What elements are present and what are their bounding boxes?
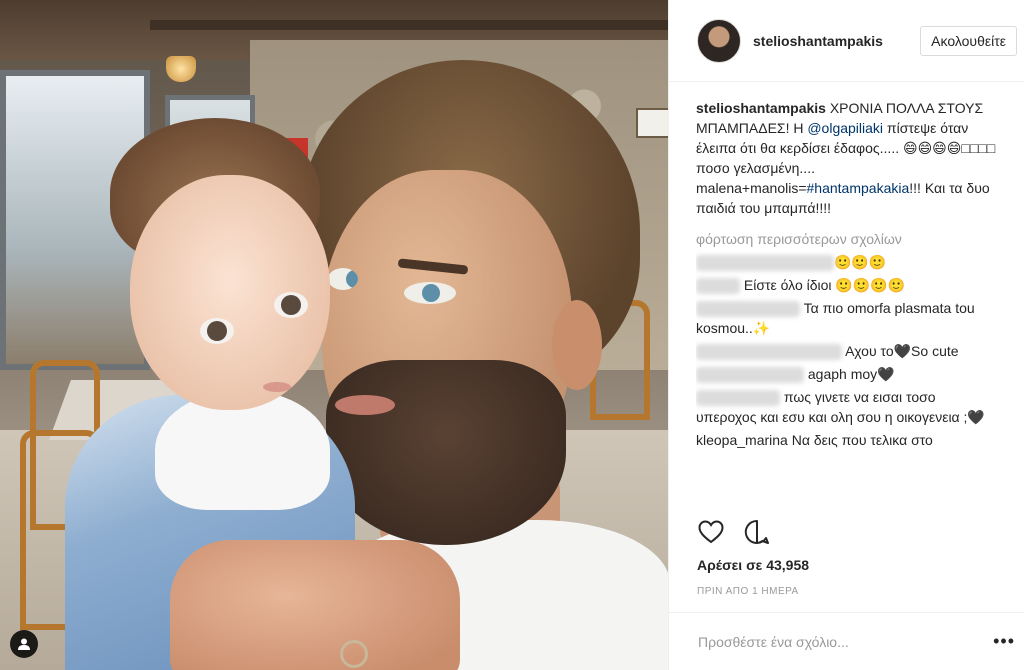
comment-text: Αχου το🖤So cute [842, 343, 959, 359]
comment-input[interactable] [696, 632, 960, 651]
heart-icon [698, 520, 724, 544]
man-ear [552, 300, 602, 390]
post-side-panel: stelioshantampakis Ακολουθείτε steliosha… [668, 0, 1024, 670]
likes-count[interactable]: Αρέσει σε 43,958 [697, 557, 809, 573]
man-eye [328, 268, 358, 290]
man-hand [170, 540, 460, 670]
man-lips [335, 395, 395, 415]
blurred-username [696, 367, 804, 384]
photo-frame [636, 108, 668, 138]
comments-list: stelioshantampakis ΧΡΟΝΙΑ ΠΟΛΛΑ ΣΤΟΥΣ ΜΠ… [696, 98, 996, 510]
photo-lamp [166, 56, 196, 82]
caption-username[interactable]: stelioshantampakis [696, 100, 826, 116]
load-more-comments-link[interactable]: φόρτωση περισσότερων σχολίων [696, 229, 996, 249]
comment: 🙂🙂🙂 [696, 252, 996, 272]
like-button[interactable] [697, 518, 725, 546]
avatar[interactable] [697, 18, 741, 63]
instagram-post: stelioshantampakis Ακολουθείτε steliosha… [0, 0, 1024, 670]
post-header: stelioshantampakis Ακολουθείτε [669, 0, 1024, 82]
blurred-username [696, 255, 834, 272]
caption-hashtag-link[interactable]: #hantampakakia [807, 180, 910, 196]
baby-mouth [263, 382, 291, 392]
comment: Αχου το🖤So cute [696, 341, 996, 361]
post-username[interactable]: stelioshantampakis [753, 33, 903, 49]
follow-button[interactable]: Ακολουθείτε [920, 25, 1017, 56]
blurred-username [696, 301, 800, 318]
photo-beam [150, 20, 668, 30]
wedding-ring [340, 640, 368, 668]
post-caption: stelioshantampakis ΧΡΟΝΙΑ ΠΟΛΛΑ ΣΤΟΥΣ ΜΠ… [696, 98, 996, 218]
baby-eye [274, 292, 308, 318]
comment-text: kleopa_marina Να δεις που τελικα στο [696, 432, 933, 448]
comment-button[interactable] [743, 518, 771, 546]
comment-text: agaph moy🖤 [804, 366, 895, 382]
baby-eye [200, 318, 234, 344]
blurred-username [696, 278, 740, 295]
comment-icon [744, 519, 769, 544]
user-icon [18, 638, 30, 650]
comment: πως γινετε να εισαι τοσο υπεροχος και εσ… [696, 387, 996, 427]
post-time[interactable]: ΠΡΙΝ ΑΠΟ 1 ΗΜΕΡΑ [697, 586, 799, 597]
tagged-user-button[interactable] [10, 630, 38, 658]
post-actions [697, 518, 771, 546]
baby-face [130, 175, 330, 410]
blurred-username [696, 390, 780, 407]
blurred-username [696, 344, 842, 361]
more-options-button[interactable]: ••• [993, 631, 1015, 652]
comment: Είστε όλο ίδιοι 🙂🙂🙂🙂 [696, 275, 996, 295]
comment: Τα πιο omorfa plasmata tou kosmou..✨ [696, 298, 996, 338]
comment-text: 🙂🙂🙂 [834, 254, 887, 270]
man-eye [404, 282, 456, 304]
man-beard [326, 360, 566, 545]
add-comment-bar: ••• [669, 612, 1024, 670]
post-photo[interactable] [0, 0, 668, 670]
caption-mention-link[interactable]: @olgapiliaki [807, 120, 883, 136]
comment: kleopa_marina Να δεις που τελικα στο [696, 430, 996, 450]
comment-text: Είστε όλο ίδιοι 🙂🙂🙂🙂 [740, 277, 906, 293]
comment: agaph moy🖤 [696, 364, 996, 384]
